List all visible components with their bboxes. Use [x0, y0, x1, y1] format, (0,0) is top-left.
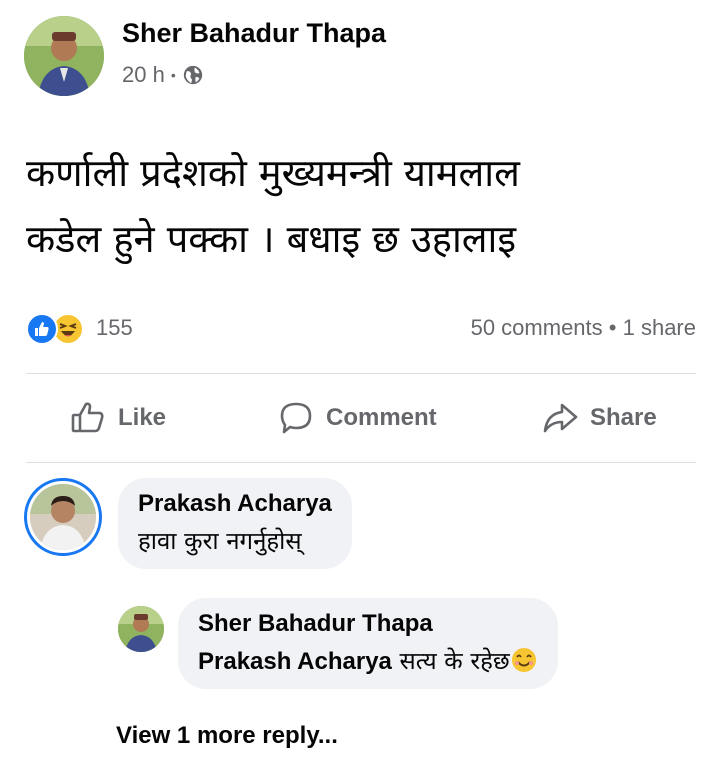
post-text-line-2: कडेल हुने पक्का । बधाइ छ उहालाइ: [26, 217, 517, 261]
reply-author-avatar[interactable]: [118, 606, 164, 652]
divider-bottom: [26, 462, 696, 463]
share-count[interactable]: 1 share: [623, 315, 696, 340]
post-stats: 50 comments • 1 share: [471, 315, 696, 341]
like-button[interactable]: Like: [70, 380, 166, 456]
comment: Prakash Acharya हावा कुरा नगर्नुहोस्: [24, 478, 704, 588]
reply-bubble[interactable]: Sher Bahadur Thapa Prakash Acharya सत्य …: [178, 598, 558, 689]
post-author-name[interactable]: Sher Bahadur Thapa: [122, 18, 386, 49]
thumbs-up-icon: [71, 402, 104, 433]
share-button[interactable]: Share: [542, 380, 657, 456]
reaction-count[interactable]: 155: [96, 315, 133, 341]
post-header: Sher Bahadur Thapa 20 h •: [24, 16, 704, 96]
view-more-replies-link[interactable]: View 1 more reply...: [116, 722, 338, 750]
comment-bubble[interactable]: Prakash Acharya हावा कुरा नगर्नुहोस्: [118, 478, 352, 569]
post-text-line-1: कर्णाली प्रदेशको मुख्यमन्त्री यामलाल: [26, 151, 520, 195]
post-timestamp[interactable]: 20 h: [122, 62, 165, 88]
globe-icon: [183, 65, 202, 85]
reply-text: Prakash Acharya सत्य के रहेछ: [198, 644, 538, 677]
like-label: Like: [118, 404, 167, 431]
comment-text: हावा कुरा नगर्नुहोस्: [138, 527, 302, 555]
comment-button[interactable]: Comment: [278, 380, 437, 456]
comment-author[interactable]: Prakash Acharya: [138, 490, 332, 518]
comment-label: Comment: [326, 404, 437, 431]
divider-top: [26, 373, 696, 374]
meta-separator: •: [170, 67, 176, 83]
post-body: कर्णाली प्रदेशको मुख्यमन्त्री यामलाल कडे…: [26, 140, 696, 272]
reply-body: सत्य के रहेछ: [391, 647, 510, 675]
comment-bubble-icon: [280, 402, 312, 434]
stats-separator: •: [608, 315, 617, 340]
comment-count[interactable]: 50 comments: [471, 315, 603, 340]
post-meta: 20 h •: [122, 62, 204, 88]
reactions-summary: 155 50 comments • 1 share: [26, 312, 696, 346]
commenter-avatar[interactable]: [24, 478, 102, 556]
smiling-face-icon: [511, 648, 536, 672]
action-bar: Like Comment Share: [26, 380, 696, 456]
share-label: Share: [590, 404, 657, 431]
share-arrow-icon: [543, 403, 578, 433]
reply-mention[interactable]: Prakash Acharya: [198, 648, 392, 675]
author-avatar[interactable]: [24, 16, 104, 96]
reaction-icons[interactable]: [26, 312, 90, 346]
reply: Sher Bahadur Thapa Prakash Acharya सत्य …: [118, 598, 708, 702]
like-reaction-icon: [26, 313, 58, 345]
reply-author[interactable]: Sher Bahadur Thapa: [198, 610, 538, 638]
